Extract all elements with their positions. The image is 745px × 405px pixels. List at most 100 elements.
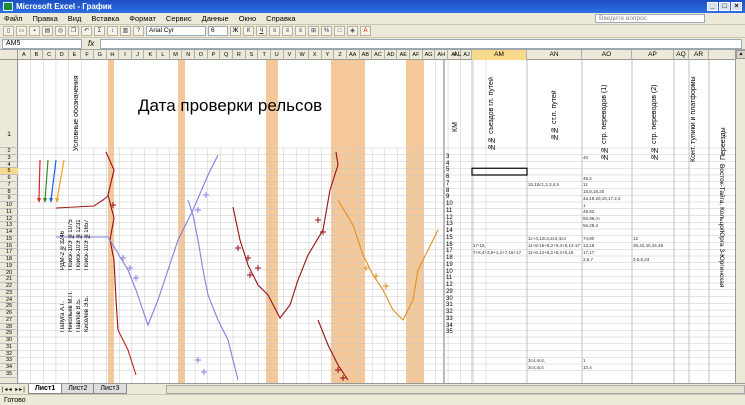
undo-icon[interactable]: ↶	[81, 26, 92, 36]
row-header-21[interactable]: 21	[0, 276, 18, 283]
cell-AN17[interactable]: 11+8,13+8,2+8,4+8,15	[528, 250, 573, 255]
col-header-I[interactable]: I	[119, 50, 132, 60]
row-header-31[interactable]: 31	[0, 344, 18, 351]
menu-item-7[interactable]: Окно	[239, 14, 256, 23]
col-header-G[interactable]: G	[94, 50, 107, 60]
align-center-icon[interactable]: ≡	[282, 26, 293, 36]
row-header-34[interactable]: 34	[0, 364, 18, 371]
percent-icon[interactable]: %	[321, 26, 332, 36]
col-header-AR[interactable]: AR	[689, 50, 709, 60]
row-header-17[interactable]: 17	[0, 249, 18, 256]
col-header-L[interactable]: L	[157, 50, 170, 60]
cell-AO33[interactable]: 1	[583, 358, 586, 363]
menu-item-3[interactable]: Вставка	[91, 14, 119, 23]
minimize-icon[interactable]: _	[707, 2, 718, 11]
row-header-4[interactable]: 4	[0, 162, 18, 169]
col-header-AB[interactable]: AB	[360, 50, 373, 60]
sort-icon[interactable]: ↕	[107, 26, 118, 36]
sheet-tab-2[interactable]: Лист2	[61, 384, 95, 394]
col-header-O[interactable]: O	[195, 50, 208, 60]
row-header-18[interactable]: 18	[0, 256, 18, 263]
help-icon[interactable]: ?	[133, 26, 144, 36]
row-header-15[interactable]: 15	[0, 236, 18, 243]
col-header-Z[interactable]: Z	[334, 50, 347, 60]
cell-AO12[interactable]: 92,98,гл	[583, 216, 600, 221]
row-header-10[interactable]: 10	[0, 202, 18, 209]
borders-icon[interactable]: □	[334, 26, 345, 36]
row-header-2[interactable]: 2	[0, 148, 18, 155]
col-header-AO[interactable]: AO	[582, 50, 632, 60]
cell-AN7[interactable]: 15,10с1,2,3,4,5	[528, 182, 559, 187]
bold-icon[interactable]: Ж	[230, 26, 241, 36]
menu-item-4[interactable]: Формат	[129, 14, 156, 23]
col-header-P[interactable]: P	[208, 50, 221, 60]
row-header-26[interactable]: 26	[0, 310, 18, 317]
row-header-33[interactable]: 33	[0, 357, 18, 364]
row-header-12[interactable]: 12	[0, 216, 18, 223]
align-left-icon[interactable]: ≡	[269, 26, 280, 36]
italic-icon[interactable]: К	[243, 26, 254, 36]
col-header-C[interactable]: C	[43, 50, 56, 60]
col-header-AE[interactable]: AE	[397, 50, 411, 60]
menu-item-1[interactable]: Правка	[32, 14, 57, 23]
row-header-35[interactable]: 35	[0, 371, 18, 378]
col-header-AD[interactable]: AD	[385, 50, 398, 60]
col-header-S[interactable]: S	[246, 50, 259, 60]
row-header-1[interactable]: 1	[0, 60, 18, 148]
new-icon[interactable]: ▯	[3, 26, 14, 36]
cell-AM16[interactable]: 17-15,	[473, 243, 486, 248]
menu-item-8[interactable]: Справка	[266, 14, 295, 23]
fill-color-icon[interactable]: ◈	[347, 26, 358, 36]
merge-icon[interactable]: ⊞	[308, 26, 319, 36]
row-header-16[interactable]: 16	[0, 243, 18, 250]
font-size-select[interactable]: 6	[208, 26, 228, 36]
cell-AN33[interactable]: 3с4,4с4,	[528, 358, 545, 363]
col-header-U[interactable]: U	[271, 50, 284, 60]
underline-icon[interactable]: Ч	[256, 26, 267, 36]
col-header-V[interactable]: V	[284, 50, 297, 60]
font-color-icon[interactable]: A	[360, 26, 371, 36]
cell-AO15[interactable]: 74,80	[583, 236, 594, 241]
chart-icon[interactable]: ▥	[120, 26, 131, 36]
sheet-tab-3[interactable]: Лист3	[93, 384, 127, 394]
row-header-13[interactable]: 13	[0, 222, 18, 229]
col-header-M[interactable]: M	[170, 50, 183, 60]
cell-AP16[interactable]: 35,42,40,44,46	[633, 243, 663, 248]
scroll-up-icon[interactable]: ▲	[736, 50, 745, 59]
cell-AN16[interactable]: 11+8-15+8,2+8,4+8,12-17	[528, 243, 580, 248]
col-header-E[interactable]: E	[69, 50, 82, 60]
fx-icon[interactable]: fx	[88, 39, 94, 48]
col-header-AF[interactable]: AF	[410, 50, 423, 60]
row-header-24[interactable]: 24	[0, 297, 18, 304]
worksheet-grid[interactable]: Условные обозначения Дата проверки рельс…	[18, 60, 735, 383]
row-header-6[interactable]: 6	[0, 175, 18, 182]
row-header-14[interactable]: 14	[0, 229, 18, 236]
col-header-F[interactable]: F	[81, 50, 94, 60]
cell-AO11[interactable]: 48,92	[583, 209, 594, 214]
col-header-K[interactable]: K	[144, 50, 158, 60]
menu-item-5[interactable]: Сервис	[166, 14, 192, 23]
km-value[interactable]: 35	[444, 329, 472, 336]
col-header-A[interactable]: A	[18, 50, 31, 60]
cell-AN34[interactable]: 3с4,4с4	[528, 365, 544, 370]
cell-AO16[interactable]: 13,18	[583, 243, 594, 248]
col-header-AL[interactable]: AL	[444, 50, 472, 60]
help-search-input[interactable]: Введите вопрос	[595, 14, 705, 23]
row-header-29[interactable]: 29	[0, 330, 18, 337]
row-header-27[interactable]: 27	[0, 317, 18, 324]
row-header-20[interactable]: 20	[0, 270, 18, 277]
col-header-AP[interactable]: AP	[632, 50, 674, 60]
name-box[interactable]: AM5	[2, 38, 82, 49]
row-header-22[interactable]: 22	[0, 283, 18, 290]
sheet-tab-1[interactable]: Лист1	[27, 384, 63, 394]
row-header-5[interactable]: 5	[0, 168, 18, 175]
preview-icon[interactable]: ◎	[55, 26, 66, 36]
open-icon[interactable]: ▭	[16, 26, 27, 36]
cell-AM17[interactable]: 7+8,4+3,9+1,2+7,16+17	[473, 250, 521, 255]
col-header-N[interactable]: N	[182, 50, 196, 60]
col-header-W[interactable]: W	[296, 50, 309, 60]
font-select[interactable]: Arial Cyr	[146, 26, 206, 36]
col-header-AN[interactable]: AN	[527, 50, 582, 60]
cell-AO34[interactable]: 10,4	[583, 365, 592, 370]
menu-item-0[interactable]: Файл	[4, 14, 22, 23]
